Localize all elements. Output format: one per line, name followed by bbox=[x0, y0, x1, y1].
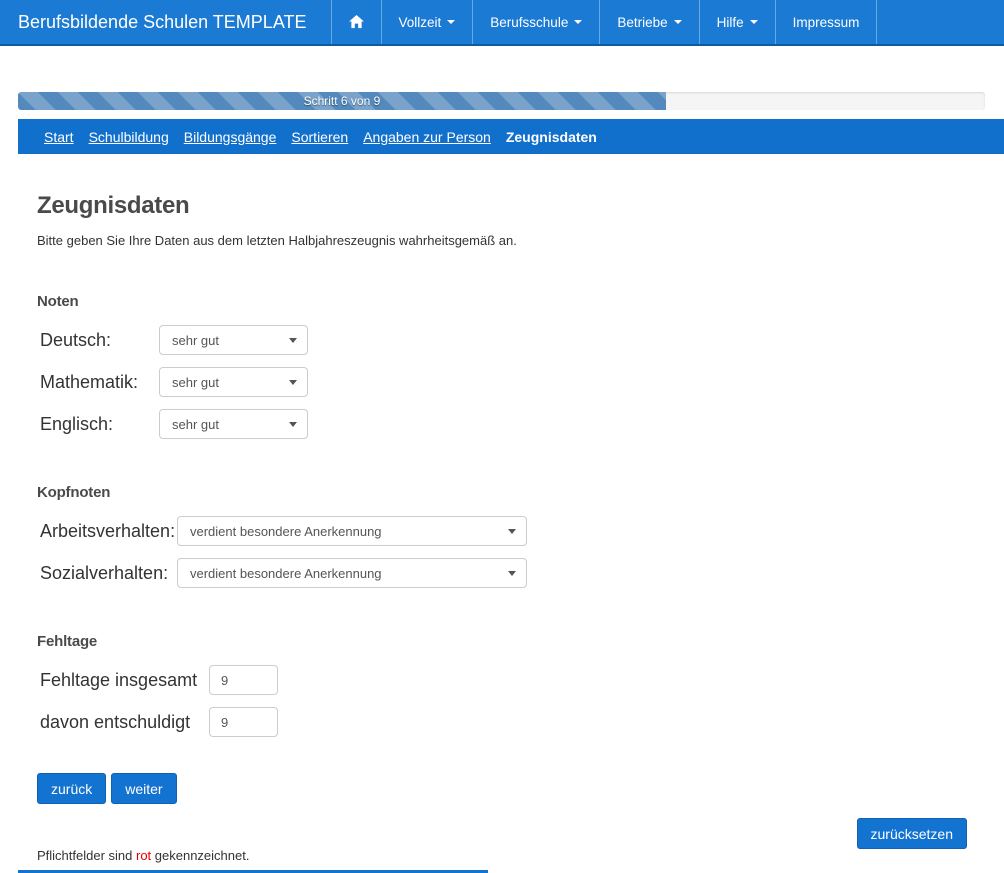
breadcrumb-link-start[interactable]: Start bbox=[44, 129, 74, 145]
form-row-englisch: Englisch: sehr gut bbox=[37, 409, 967, 439]
navbar-brand[interactable]: Berufsbildende Schulen TEMPLATE bbox=[0, 0, 323, 44]
progress-bar: Schritt 6 von 9 bbox=[18, 92, 985, 110]
nav-item-impressum[interactable]: Impressum bbox=[775, 0, 877, 44]
progress-fill: Schritt 6 von 9 bbox=[18, 92, 666, 110]
section-heading-kopfnoten: Kopfnoten bbox=[37, 484, 967, 501]
form-row-fehltage-insgesamt: Fehltage insgesamt bbox=[37, 665, 967, 695]
field-label-sozialverhalten: Sozialverhalten: bbox=[37, 563, 177, 584]
back-button[interactable]: zurück bbox=[37, 773, 106, 804]
fehltage-insgesamt-input[interactable] bbox=[209, 665, 278, 695]
nav-item-vollzeit[interactable]: Vollzeit bbox=[381, 0, 473, 44]
caret-down-icon bbox=[508, 571, 516, 576]
progress-label: Schritt 6 von 9 bbox=[304, 94, 381, 108]
home-icon bbox=[349, 15, 364, 29]
breadcrumb-link-sortieren[interactable]: Sortieren bbox=[291, 129, 348, 145]
field-label-davon-entschuldigt: davon entschuldigt bbox=[37, 712, 209, 733]
nav-item-betriebe[interactable]: Betriebe bbox=[599, 0, 698, 44]
reset-button[interactable]: zurücksetzen bbox=[857, 818, 967, 849]
note-highlight: rot bbox=[136, 848, 151, 863]
caret-down-icon bbox=[289, 338, 297, 343]
nav-item-home[interactable] bbox=[331, 0, 381, 44]
selected-value: sehr gut bbox=[172, 375, 219, 390]
page-title: Zeugnisdaten bbox=[37, 192, 967, 220]
caret-down-icon bbox=[750, 20, 758, 24]
caret-down-icon bbox=[447, 20, 455, 24]
breadcrumb-link-bildungsgaenge[interactable]: Bildungsgänge bbox=[184, 129, 277, 145]
caret-down-icon bbox=[289, 380, 297, 385]
field-label-mathematik: Mathematik: bbox=[37, 372, 159, 393]
breadcrumb-current: Zeugnisdaten bbox=[506, 129, 597, 145]
nav-item-label: Vollzeit bbox=[399, 15, 442, 30]
page-intro: Bitte geben Sie Ihre Daten aus dem letzt… bbox=[37, 233, 967, 248]
reset-row: zurücksetzen bbox=[37, 818, 967, 849]
selected-value: verdient besondere Anerkennung bbox=[190, 566, 382, 581]
field-label-fehltage-insgesamt: Fehltage insgesamt bbox=[37, 670, 209, 691]
nav-item-label: Hilfe bbox=[717, 15, 744, 30]
field-label-englisch: Englisch: bbox=[37, 414, 159, 435]
button-row: zurück weiter bbox=[37, 773, 967, 804]
caret-down-icon bbox=[574, 20, 582, 24]
sozialverhalten-select[interactable]: verdient besondere Anerkennung bbox=[177, 558, 527, 588]
form-row-sozialverhalten: Sozialverhalten: verdient besondere Aner… bbox=[37, 558, 967, 588]
nav-item-label: Impressum bbox=[793, 15, 860, 30]
davon-entschuldigt-input[interactable] bbox=[209, 707, 278, 737]
note-prefix: Pflichtfelder sind bbox=[37, 848, 136, 863]
field-label-deutsch: Deutsch: bbox=[37, 330, 159, 351]
note-suffix: gekennzeichnet. bbox=[151, 848, 249, 863]
form-row-davon-entschuldigt: davon entschuldigt bbox=[37, 707, 967, 737]
required-fields-note: Pflichtfelder sind rot gekennzeichnet. bbox=[37, 848, 967, 863]
caret-down-icon bbox=[508, 529, 516, 534]
arbeitsverhalten-select[interactable]: verdient besondere Anerkennung bbox=[177, 516, 527, 546]
caret-down-icon bbox=[674, 20, 682, 24]
nav-item-hilfe[interactable]: Hilfe bbox=[699, 0, 775, 44]
next-button[interactable]: weiter bbox=[111, 773, 176, 804]
breadcrumb-link-angaben-zur-person[interactable]: Angaben zur Person bbox=[363, 129, 491, 145]
nav-item-label: Betriebe bbox=[617, 15, 667, 30]
nav-item-label: Berufsschule bbox=[490, 15, 568, 30]
selected-value: sehr gut bbox=[172, 417, 219, 432]
navbar: Berufsbildende Schulen TEMPLATE Vollzeit… bbox=[0, 0, 1004, 46]
breadcrumb: Start Schulbildung Bildungsgänge Sortier… bbox=[18, 119, 1004, 154]
mathematik-select[interactable]: sehr gut bbox=[159, 367, 308, 397]
selected-value: verdient besondere Anerkennung bbox=[190, 524, 382, 539]
breadcrumb-link-schulbildung[interactable]: Schulbildung bbox=[89, 129, 169, 145]
nav-item-berufsschule[interactable]: Berufsschule bbox=[472, 0, 599, 44]
field-label-arbeitsverhalten: Arbeitsverhalten: bbox=[37, 521, 177, 542]
form-row-mathematik: Mathematik: sehr gut bbox=[37, 367, 967, 397]
caret-down-icon bbox=[289, 422, 297, 427]
deutsch-select[interactable]: sehr gut bbox=[159, 325, 308, 355]
section-heading-fehltage: Fehltage bbox=[37, 633, 967, 650]
navbar-menu: Vollzeit Berufsschule Betriebe Hilfe Imp… bbox=[331, 0, 878, 44]
englisch-select[interactable]: sehr gut bbox=[159, 409, 308, 439]
form-row-arbeitsverhalten: Arbeitsverhalten: verdient besondere Ane… bbox=[37, 516, 967, 546]
main-content: Zeugnisdaten Bitte geben Sie Ihre Daten … bbox=[0, 192, 1004, 863]
selected-value: sehr gut bbox=[172, 333, 219, 348]
section-heading-noten: Noten bbox=[37, 293, 967, 310]
form-row-deutsch: Deutsch: sehr gut bbox=[37, 325, 967, 355]
